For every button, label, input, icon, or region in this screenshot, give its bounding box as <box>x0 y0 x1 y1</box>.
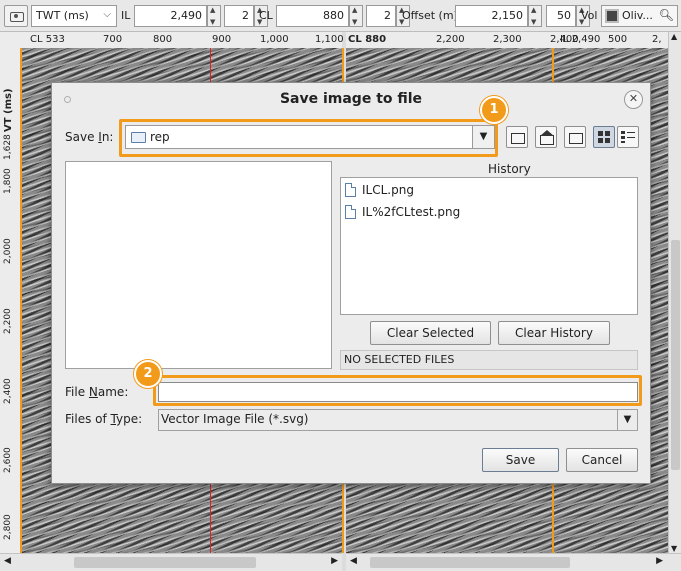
section-border <box>20 48 22 553</box>
domain-select[interactable]: TWT (ms) ⌵ <box>31 5 117 27</box>
header-label: 2, <box>652 34 662 45</box>
files-of-type-select[interactable]: Vector Image File (*.svg) ▼ <box>158 409 638 431</box>
chevron-right-icon[interactable]: ▶ <box>656 556 663 566</box>
volume-button[interactable]: Oliv... 🔍︎ <box>601 5 678 27</box>
chevron-down-icon[interactable]: ▼ <box>671 544 677 553</box>
header-label: CL 880 <box>348 34 387 45</box>
il-step-input[interactable]: 2 <box>224 5 254 27</box>
history-item-label: IL%2fCLtest.png <box>362 205 461 219</box>
scrollbar-thumb[interactable] <box>370 557 570 568</box>
domain-select-value: TWT (ms) <box>36 9 89 22</box>
dialog-title: Save image to file <box>279 91 423 107</box>
camera-icon[interactable] <box>4 5 28 27</box>
chevron-down-icon: ⌵ <box>103 9 111 20</box>
history-label: History <box>488 162 531 176</box>
horizontal-scrollbar-left[interactable]: ◀ ▶ <box>0 553 342 571</box>
header-label: IL 2,490 <box>560 34 601 45</box>
clear-history-button[interactable]: Clear History <box>498 321 610 345</box>
file-icon <box>345 205 356 219</box>
header-label: 2,200 <box>436 34 465 45</box>
chevron-down-icon[interactable]: ▼ <box>617 410 637 430</box>
save-in-label: Save In: <box>65 130 114 144</box>
callout-badge: 2 <box>134 360 162 388</box>
list-view-icon[interactable] <box>617 126 639 148</box>
header-label: 2,300 <box>493 34 522 45</box>
axis-tick: 1,628 <box>3 134 13 160</box>
axis-tick: 2,000 <box>3 238 13 264</box>
time-axis: VT (ms) 1,628 1,800 2,000 2,200 2,400 2,… <box>0 32 20 553</box>
toolbar: TWT (ms) ⌵ IL 2,490 2 CL 880 2 Offset (m… <box>0 0 681 32</box>
chevron-up-icon[interactable]: ▲ <box>671 32 677 41</box>
right-header: CL 880 2,200 2,300 2,400 IL 2,490 500 2, <box>346 32 668 48</box>
highlight-box <box>153 375 642 406</box>
il-label: IL <box>121 9 131 22</box>
axis-title: VT (ms) <box>3 88 14 132</box>
axis-tick: 2,800 <box>3 514 13 540</box>
clear-selected-button[interactable]: Clear Selected <box>370 321 491 345</box>
status-text: NO SELECTED FILES <box>340 350 638 370</box>
vol-label: Vol <box>581 9 598 22</box>
volume-button-label: Oliv... <box>622 9 653 22</box>
cancel-button[interactable]: Cancel <box>566 448 638 472</box>
files-of-type-label: Files of Type: <box>65 412 143 426</box>
volume-icon <box>605 9 619 23</box>
offset-step-input[interactable]: 50 <box>546 5 576 27</box>
list-item[interactable]: ILCL.png <box>345 180 414 200</box>
file-name-label: File Name: <box>65 385 129 399</box>
cl-input[interactable]: 880 <box>276 5 349 27</box>
header-label: CL 533 <box>30 34 65 45</box>
history-item-label: ILCL.png <box>362 183 414 197</box>
highlight-box <box>119 119 498 157</box>
axis-tick: 2,400 <box>3 378 13 404</box>
axis-tick: 2,600 <box>3 447 13 473</box>
cl-step-input[interactable]: 2 <box>366 5 396 27</box>
scrollbar-thumb[interactable] <box>671 240 680 470</box>
files-of-type-value: Vector Image File (*.svg) <box>161 412 309 426</box>
callout-badge: 1 <box>480 96 508 124</box>
chevron-left-icon[interactable]: ◀ <box>4 556 11 566</box>
axis-tick: 1,800 <box>3 168 13 194</box>
il-input[interactable]: 2,490 <box>134 5 207 27</box>
cl-label: CL <box>259 9 273 22</box>
search-icon: 🔍︎ <box>658 8 674 22</box>
header-label: 1,000 <box>260 34 289 45</box>
header-label: 1,100 <box>315 34 344 45</box>
vertical-scrollbar[interactable]: ▲ ▼ <box>668 32 681 553</box>
home-icon[interactable] <box>535 126 557 148</box>
horizontal-scrollbar-right[interactable]: ◀ ▶ <box>346 553 681 571</box>
header-label: 700 <box>103 34 123 45</box>
save-button[interactable]: Save <box>482 448 559 472</box>
chevron-left-icon[interactable]: ◀ <box>350 556 357 566</box>
up-folder-icon[interactable] <box>506 126 528 148</box>
details-view-icon[interactable] <box>593 126 615 148</box>
chevron-right-icon[interactable]: ▶ <box>331 556 338 566</box>
axis-tick: 2,200 <box>3 308 13 334</box>
header-label: 900 <box>212 34 232 45</box>
offset-label: Offset (m) <box>402 9 458 22</box>
header-label: 500 <box>608 34 628 45</box>
close-icon[interactable]: ✕ <box>624 90 643 109</box>
il-spinner[interactable] <box>207 5 221 27</box>
scrollbar-thumb[interactable] <box>74 557 256 568</box>
history-list[interactable]: ILCL.png IL%2fCLtest.png <box>340 177 638 315</box>
new-folder-icon[interactable] <box>564 126 586 148</box>
file-icon <box>345 183 356 197</box>
left-header: CL 533 700 800 900 1,000 1,100 <box>20 32 344 48</box>
header-label: 800 <box>153 34 173 45</box>
offset-input[interactable]: 2,150 <box>455 5 528 27</box>
cl-spinner[interactable] <box>349 5 363 27</box>
offset-spinner[interactable] <box>528 5 542 27</box>
list-item[interactable]: IL%2fCLtest.png <box>345 202 460 222</box>
file-list[interactable] <box>65 161 332 369</box>
